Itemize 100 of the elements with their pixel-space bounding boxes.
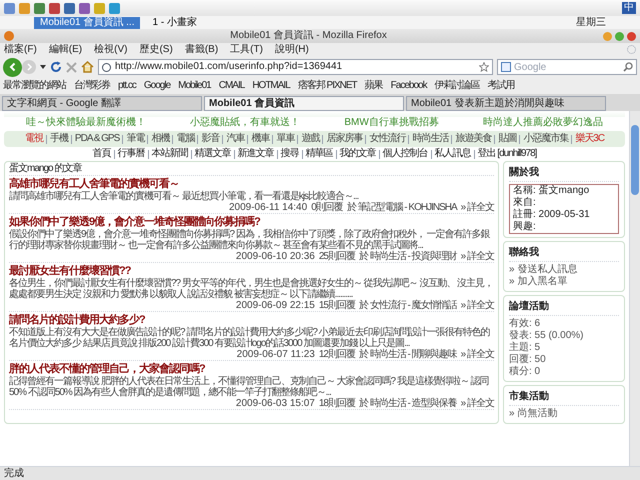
articles-heading: 蛋文mango 的文章	[9, 162, 494, 176]
forum-name: 於 時尚生活 - 投資與理財	[358, 251, 457, 262]
menu-item[interactable]: 編輯(E)	[48, 44, 82, 56]
category-link[interactable]: 單車	[276, 133, 294, 145]
browser-tab[interactable]: Mobile01 發表新主題於消閒與趣味	[406, 96, 606, 111]
article-title[interactable]: 高雄市哪兒有工人舍筆電的實機可看～	[9, 178, 494, 191]
category-link[interactable]: 機車	[251, 133, 270, 145]
dropdown-caret-icon[interactable]	[40, 65, 46, 69]
bookmark-item[interactable]: Google	[144, 80, 170, 92]
scrollbar[interactable]	[629, 111, 640, 466]
read-more-link[interactable]: » 詳全文	[460, 349, 494, 360]
input-method-indicator[interactable]: 中	[622, 2, 636, 14]
search-icon[interactable]	[623, 62, 633, 72]
taskbar-button[interactable]: Mobile01 會員資訊 ...	[34, 16, 140, 28]
contact-link[interactable]: » 發送私人訊息	[509, 264, 619, 276]
menu-item[interactable]: 檔案(F)	[4, 44, 37, 56]
category-link[interactable]: 筆電	[126, 133, 144, 145]
reload-icon[interactable]	[50, 61, 62, 73]
read-more-link[interactable]: » 詳全文	[460, 300, 494, 311]
ad-link[interactable]: 小惡魔貼紙，有車就送！	[190, 117, 300, 129]
bookmark-item[interactable]: ptt.cc	[118, 80, 136, 92]
article-title[interactable]: 胖的人代表不懂的管理自己，大家會認同嗎?	[9, 363, 494, 376]
browser-tab[interactable]: 文字和網頁 - Google 翻譯	[2, 96, 202, 111]
category-link[interactable]: 樂天3C	[575, 133, 604, 145]
article-title[interactable]: 如果你們中了樂透9億，會介意一堆奇怪團體向你募捐嗎?	[9, 216, 494, 229]
category-link[interactable]: 居家房事	[326, 133, 362, 145]
site-nav-link[interactable]: 首頁	[92, 148, 111, 160]
bookmark-item[interactable]: 伊莉討論區	[434, 80, 480, 92]
category-link[interactable]: 遊戲	[301, 133, 320, 145]
site-nav-link[interactable]: 精華區	[306, 148, 333, 160]
site-nav-link[interactable]: 登出 [dunhill978]	[478, 148, 536, 160]
category-link[interactable]: 手機	[50, 133, 68, 145]
close-icon[interactable]	[627, 32, 636, 40]
browser-tab[interactable]: Mobile01 會員資訊	[204, 96, 404, 111]
site-nav-link[interactable]: 行事曆	[118, 148, 145, 160]
ad-link[interactable]: 時尚達人推薦必敗夢幻逸品	[482, 117, 603, 129]
launcher-icon[interactable]	[79, 2, 90, 14]
site-nav-link[interactable]: 本站新聞	[152, 148, 188, 160]
bookmark-item[interactable]: 痞客邦 PIXNET	[298, 80, 357, 92]
read-more-link[interactable]: » 詳全文	[460, 202, 494, 213]
post-date: 2009-06-10 20:36	[236, 251, 315, 262]
address-field[interactable]: http://www.mobile01.com/userinfo.php?id=1369441	[98, 59, 493, 75]
site-nav-link[interactable]: 個人控制台	[382, 148, 428, 160]
market-link[interactable]: » 尚無活動	[509, 408, 619, 420]
menu-item[interactable]: 檢視(V)	[94, 44, 128, 56]
read-more-link[interactable]: » 詳全文	[460, 398, 494, 409]
search-input[interactable]: Google	[514, 60, 620, 74]
launcher-icon[interactable]	[34, 2, 45, 14]
category-link[interactable]: PDA & GPS	[74, 133, 120, 145]
category-link[interactable]: 影音	[201, 133, 220, 145]
bookmark-item[interactable]: CMAIL	[218, 80, 244, 92]
stop-icon[interactable]	[66, 62, 77, 72]
article-title[interactable]: 最討厭女生有什麼壞習慣??	[9, 265, 494, 278]
category-link[interactable]: 小惡魔市集	[523, 133, 568, 145]
menu-item[interactable]: 工具(T)	[230, 44, 263, 56]
taskbar-button[interactable]: 1 - 小畫家	[146, 16, 242, 28]
menu-item[interactable]: 說明(H)	[274, 44, 309, 56]
site-nav-link[interactable]: 搜尋	[280, 148, 299, 160]
menu-item[interactable]: 歷史(S)	[139, 44, 173, 56]
category-link[interactable]: 相機	[151, 133, 170, 145]
bookmark-item[interactable]: 考試用	[488, 80, 515, 92]
category-link[interactable]: 女性流行	[369, 133, 406, 145]
read-more-link[interactable]: » 詳全文	[460, 251, 494, 262]
ad-link[interactable]: BMW自行車挑戰招募	[344, 117, 439, 129]
search-field[interactable]: Google	[497, 59, 637, 75]
launcher-icon[interactable]	[19, 2, 30, 14]
category-link[interactable]: 時尚生活	[412, 133, 448, 145]
menu-item[interactable]: 書籤(B)	[184, 44, 218, 56]
url-text: http://www.mobile01.com/userinfo.php?id=1369441	[115, 61, 344, 73]
category-link[interactable]: 電腦	[176, 133, 194, 145]
site-nav-link[interactable]: 新進文章	[238, 148, 274, 160]
bookmark-item[interactable]: 台灣彩券	[74, 80, 110, 92]
post-date: 2009-06-03 15:07	[236, 398, 315, 409]
category-link[interactable]: 貼圖	[498, 133, 516, 145]
bookmark-star-icon[interactable]	[479, 62, 489, 72]
bookmark-item[interactable]: Facebook	[390, 80, 427, 92]
launcher-icon[interactable]	[109, 2, 120, 14]
forum-stat: 積分: 0	[509, 366, 542, 378]
ad-link[interactable]: 哇～快來體驗最新魔術機！	[26, 117, 146, 129]
article-title[interactable]: 請問名片的設計費用大約多少?	[9, 314, 494, 327]
clock[interactable]: 星期三	[576, 16, 606, 28]
bookmark-item[interactable]: 最常瀏覽的網站	[3, 80, 66, 92]
launcher-icon[interactable]	[49, 2, 60, 14]
bookmark-item[interactable]: HOTMAIL	[252, 80, 290, 92]
bookmark-item[interactable]: 蘋果	[364, 80, 383, 92]
back-button[interactable]	[3, 58, 22, 76]
home-icon[interactable]	[81, 61, 94, 73]
site-nav-link[interactable]: 精選文章	[194, 148, 231, 160]
search-engine-icon[interactable]	[501, 62, 511, 72]
launcher-icon[interactable]	[64, 2, 75, 14]
bookmark-item[interactable]: Mobile01	[178, 80, 211, 92]
launcher-icon[interactable]	[4, 2, 15, 14]
contact-link[interactable]: » 加入黑名單	[509, 276, 619, 288]
category-link[interactable]: 汽車	[226, 133, 244, 145]
category-link[interactable]: 旅遊美食	[455, 133, 492, 145]
maximize-icon[interactable]	[615, 32, 624, 40]
site-nav-link[interactable]: 私人訊息	[434, 148, 471, 160]
site-nav-link[interactable]: 我的文章	[340, 148, 376, 160]
scrollbar-thumb[interactable]	[631, 125, 639, 195]
category-link[interactable]: 電視	[24, 133, 43, 145]
